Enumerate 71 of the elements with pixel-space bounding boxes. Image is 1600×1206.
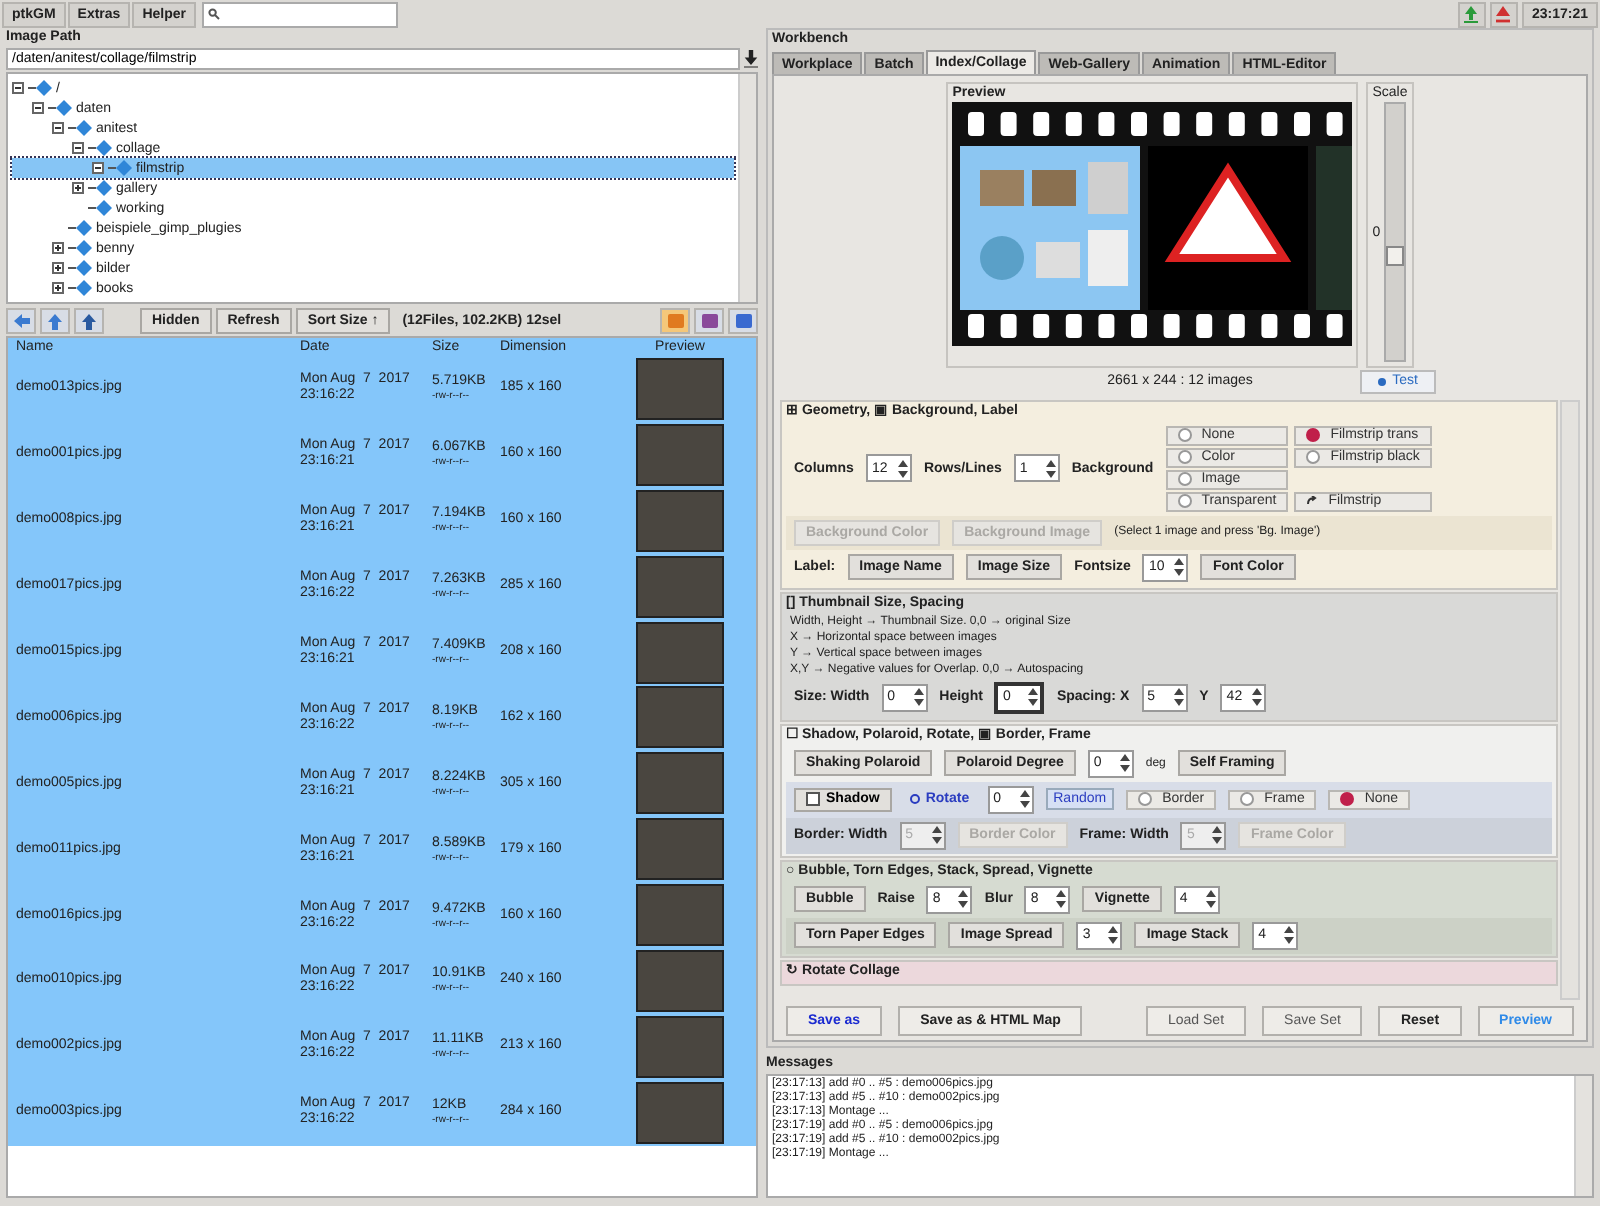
expand-icon[interactable] [52, 242, 64, 254]
spin-arrows-icon[interactable] [1108, 926, 1119, 945]
back-arrow-icon [13, 314, 29, 328]
folder-icon [68, 280, 92, 296]
view-icon [701, 314, 717, 328]
photo-placeholder [636, 555, 724, 618]
spin-arrows-icon[interactable] [1045, 459, 1056, 478]
expand-icon[interactable] [72, 182, 84, 194]
download-icon[interactable] [744, 49, 758, 67]
folder-icon [88, 180, 112, 196]
spin-arrows-icon[interactable] [1205, 890, 1216, 909]
up-arrow-icon [48, 313, 62, 329]
view-mode-button[interactable] [728, 308, 758, 334]
folder-icon [68, 240, 92, 256]
spin-arrows-icon[interactable] [958, 890, 969, 909]
curved-arrow-icon [1306, 496, 1319, 507]
photo-placeholder [636, 489, 724, 552]
spin-arrows-icon[interactable] [1019, 790, 1030, 809]
search-field[interactable] [201, 1, 398, 27]
folder-icon [28, 80, 52, 96]
folder-icon [48, 100, 72, 116]
spin-arrows-icon[interactable] [1028, 688, 1039, 707]
photo-placeholder [636, 357, 724, 420]
view-mode-button[interactable] [694, 308, 724, 334]
search-icon [207, 8, 220, 20]
spin-arrows-icon[interactable] [1252, 688, 1263, 707]
collapse-icon[interactable] [92, 162, 104, 174]
spin-arrows-icon[interactable] [1056, 890, 1067, 909]
collapse-icon[interactable] [32, 102, 44, 114]
collapse-icon[interactable] [72, 142, 84, 154]
scrollbar[interactable] [1574, 1076, 1592, 1196]
collapse-icon[interactable] [52, 122, 64, 134]
scrollbar[interactable] [1560, 399, 1580, 1000]
scrollbar[interactable] [738, 74, 756, 302]
up-button[interactable] [40, 308, 70, 334]
expand-icon[interactable] [52, 262, 64, 274]
photo-placeholder [636, 884, 724, 947]
photo-placeholder [636, 423, 724, 486]
folder-icon [108, 160, 132, 176]
top-button[interactable] [74, 308, 104, 334]
back-button[interactable] [6, 308, 36, 334]
dot-icon [1378, 377, 1387, 386]
tray-button[interactable] [1457, 1, 1486, 27]
spin-arrows-icon[interactable] [913, 688, 924, 707]
photo-placeholder [636, 949, 724, 1012]
photo-placeholder [636, 1015, 724, 1078]
folder-icon [88, 140, 112, 156]
view-icon [667, 314, 683, 328]
photo-placeholder [636, 752, 724, 815]
view-icon [735, 314, 751, 328]
spin-arrows-icon[interactable] [1174, 558, 1185, 577]
photo-placeholder [636, 621, 724, 683]
spin-arrows-icon[interactable] [1119, 754, 1130, 773]
slider-thumb[interactable] [1386, 245, 1405, 266]
slider-track[interactable] [1384, 102, 1407, 362]
folder-icon [68, 260, 92, 276]
spin-arrows-icon[interactable] [897, 459, 908, 478]
photo-placeholder [636, 686, 724, 749]
photo-placeholder [636, 1081, 724, 1144]
spin-arrows-icon[interactable] [1173, 688, 1184, 707]
tray-button[interactable] [1489, 1, 1518, 27]
eject-icon [1494, 5, 1513, 23]
circle-icon [909, 794, 920, 805]
photo-placeholder [636, 818, 724, 881]
folder-icon [68, 220, 92, 236]
spin-arrows-icon[interactable] [1284, 926, 1295, 945]
up-arrow-icon [82, 313, 96, 329]
collapse-icon[interactable] [12, 82, 24, 94]
folder-icon [88, 200, 112, 216]
folder-icon [68, 120, 92, 136]
expand-icon[interactable] [52, 282, 64, 294]
